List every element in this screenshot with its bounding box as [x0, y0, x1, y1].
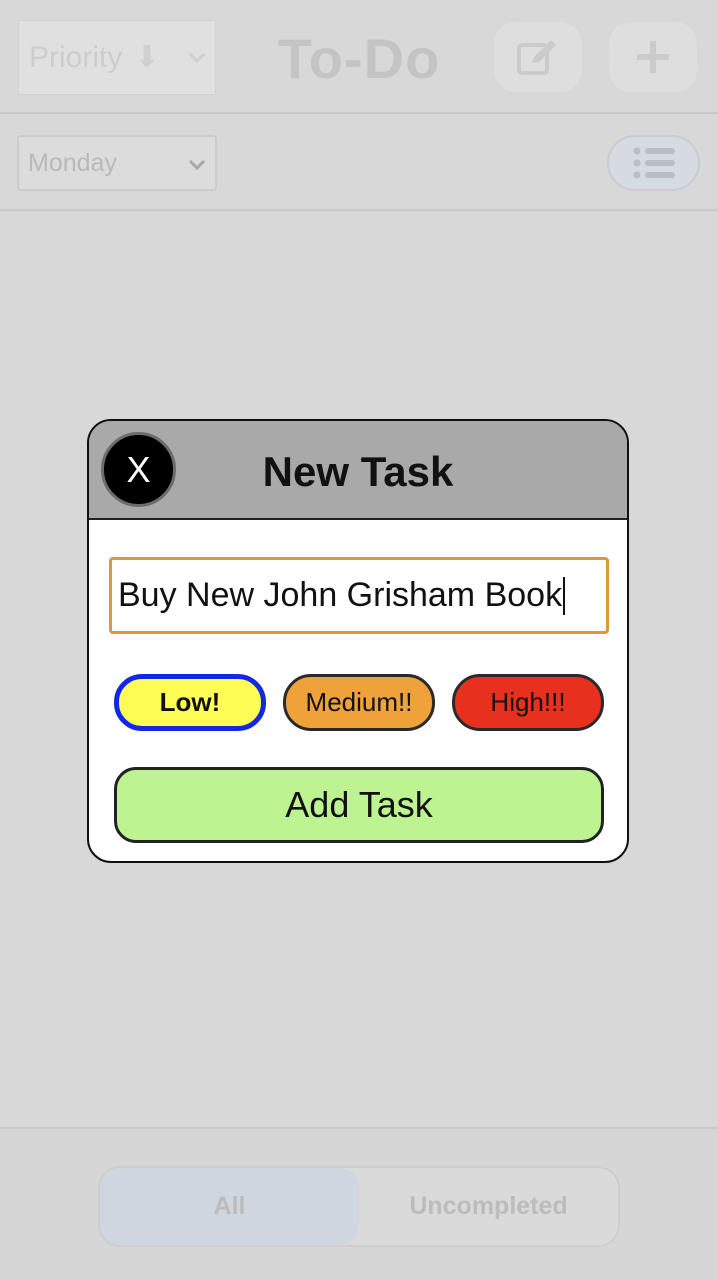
segment-all[interactable]: All — [100, 1168, 359, 1245]
day-select[interactable]: Monday — [17, 135, 217, 191]
modal-header: X New Task — [89, 421, 627, 520]
segment-uncompleted[interactable]: Uncompleted — [359, 1168, 618, 1245]
bottom-bar: All Uncompleted — [0, 1127, 718, 1280]
chevron-down-icon — [188, 159, 206, 171]
modal-title: New Task — [262, 448, 454, 495]
list-view-button[interactable] — [607, 135, 700, 191]
new-task-modal: X New Task Buy New John Grisham Book Low… — [87, 419, 629, 863]
edit-icon — [517, 40, 556, 75]
plus-icon — [637, 41, 669, 73]
text-caret — [563, 576, 566, 615]
priority-medium-button[interactable]: Medium!! — [283, 674, 435, 731]
app-header: Priority ⬇ To-Do — [0, 0, 718, 114]
task-input-value: Buy New John Grisham Book — [118, 576, 563, 614]
priority-low-button[interactable]: Low! — [114, 674, 266, 731]
task-name-input[interactable]: Buy New John Grisham Book — [109, 557, 609, 634]
list-icon — [633, 147, 675, 179]
todo-app: Priority ⬇ To-Do Monday All Uncompleted … — [0, 0, 718, 1280]
filter-bar: Monday — [0, 116, 718, 211]
day-select-value: Monday — [28, 148, 117, 177]
add-task-submit-button[interactable]: Add Task — [114, 767, 604, 843]
filter-segmented-control: All Uncompleted — [98, 1166, 620, 1247]
add-task-button[interactable] — [609, 22, 697, 92]
priority-high-button[interactable]: High!!! — [452, 674, 604, 731]
edit-button[interactable] — [494, 22, 582, 92]
